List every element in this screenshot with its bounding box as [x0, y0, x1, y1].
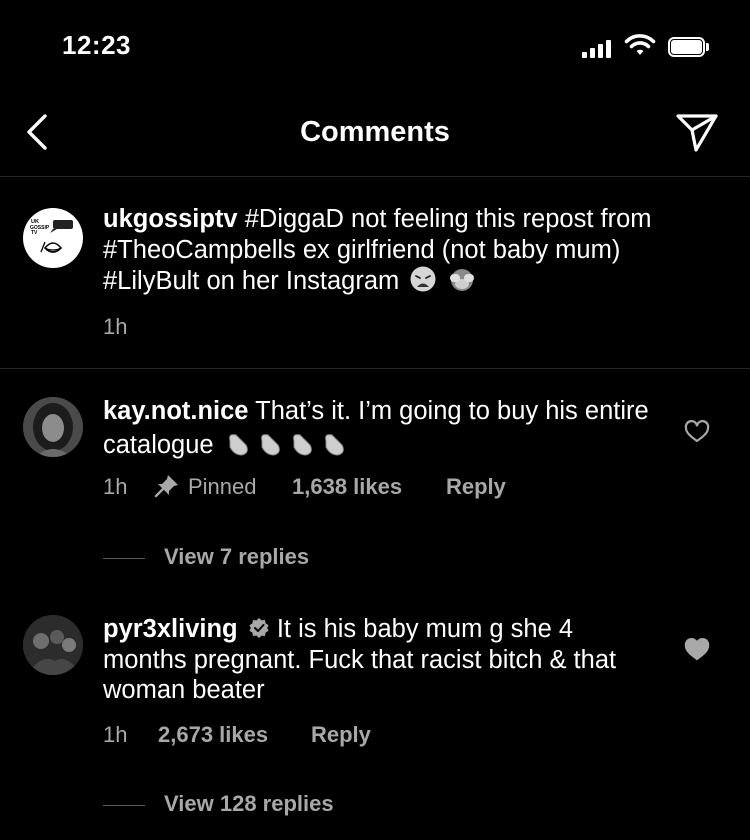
heart-icon[interactable]: [684, 420, 710, 444]
heart-icon[interactable]: [684, 638, 710, 662]
clapping-hands-icon: [228, 433, 344, 456]
view-replies-button[interactable]: View 7 replies: [164, 544, 309, 570]
cellular-signal-icon: [582, 38, 616, 58]
comment-username[interactable]: kay.not.nice: [103, 397, 249, 425]
paper-plane-icon[interactable]: [674, 110, 720, 154]
comment-text: kay.not.nice That’s it. I’m going to buy…: [103, 396, 663, 460]
header-divider: [0, 176, 750, 177]
comment-username[interactable]: pyr3xliving: [103, 615, 238, 643]
page-title: Comments: [300, 116, 450, 148]
weary-face-icon: [410, 266, 436, 292]
reply-button[interactable]: Reply: [446, 474, 506, 500]
caption-time: 1h: [103, 314, 128, 339]
likes-count[interactable]: 2,673 likes: [158, 722, 268, 748]
profile-photo: [23, 397, 83, 457]
caption-divider: [0, 368, 750, 369]
likes-count[interactable]: 1,638 likes: [292, 474, 402, 500]
verified-badge-icon: [249, 618, 269, 638]
avatar[interactable]: [23, 397, 83, 457]
profile-photo: [23, 615, 83, 675]
caption-username[interactable]: ukgossiptv: [103, 205, 238, 233]
reply-button-label: Reply: [446, 474, 506, 499]
pin-icon: [154, 475, 178, 498]
comment-time: 1h: [103, 474, 128, 499]
caption-text: ukgossiptv #DiggaD not feeling this repo…: [103, 204, 713, 297]
see-no-evil-monkey-icon: [450, 269, 475, 291]
replies-divider-line: [103, 805, 145, 806]
comment-text: pyr3xliving It is his baby mum g she 4 m…: [103, 614, 643, 706]
likes-count-text: 1,638 likes: [292, 474, 403, 499]
svg-text:TV: TV: [31, 230, 38, 236]
view-replies-button[interactable]: View 128 replies: [164, 791, 334, 817]
status-time: 12:23: [62, 30, 131, 60]
pinned-label: Pinned: [188, 474, 257, 499]
replies-divider-line: [103, 558, 145, 559]
ukgossiptv-logo: UK GOSSIP TV: [30, 219, 73, 253]
comment-time: 1h: [103, 722, 128, 747]
avatar[interactable]: [23, 615, 83, 675]
wifi-icon: [624, 34, 656, 55]
battery-icon: [668, 37, 712, 59]
reply-button[interactable]: Reply: [311, 722, 371, 748]
reply-button-label: Reply: [311, 722, 371, 747]
avatar[interactable]: UK GOSSIP TV: [23, 208, 83, 268]
likes-count-text: 2,673 likes: [158, 722, 269, 747]
